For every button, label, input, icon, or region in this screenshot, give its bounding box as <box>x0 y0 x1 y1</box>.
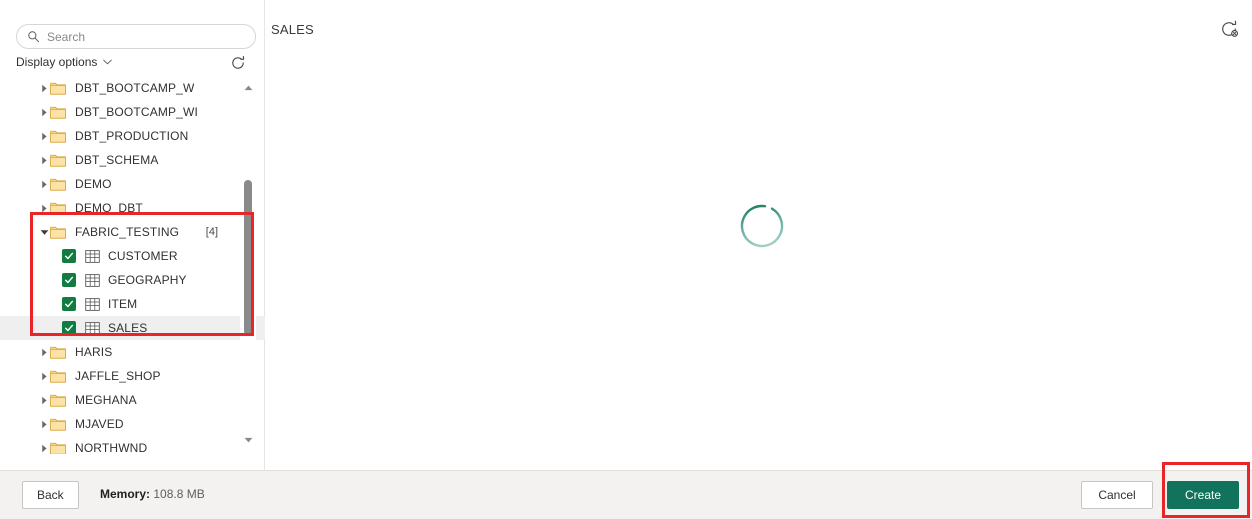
tree-scrollbar[interactable] <box>240 76 256 454</box>
twisty-collapsed-icon[interactable] <box>38 436 50 454</box>
table-icon <box>85 321 100 336</box>
tree-group-mjaved[interactable]: MJAVED <box>0 412 240 436</box>
cancel-button[interactable]: Cancel <box>1081 481 1153 509</box>
memory-label: Memory: <box>100 487 151 501</box>
tree-group-jaffle-shop[interactable]: JAFFLE_SHOP <box>0 364 240 388</box>
twisty-collapsed-icon[interactable] <box>38 76 50 100</box>
refresh-icon[interactable] <box>230 55 246 71</box>
tree-group-northwnd[interactable]: NORTHWND <box>0 436 240 454</box>
scrollbar-thumb[interactable] <box>244 180 252 335</box>
dialog-footer: Back Memory: 108.8 MB Cancel Create <box>0 470 1252 519</box>
checkbox-checked-icon[interactable] <box>62 321 76 335</box>
folder-icon <box>50 81 66 95</box>
memory-status: Memory: 108.8 MB <box>100 487 205 501</box>
tree-group-dbt-production[interactable]: DBT_PRODUCTION <box>0 124 240 148</box>
tree-group-fabric-testing[interactable]: FABRIC_TESTING [4] <box>0 220 240 244</box>
twisty-collapsed-icon[interactable] <box>38 148 50 172</box>
twisty-collapsed-icon[interactable] <box>38 124 50 148</box>
folder-icon <box>50 105 66 119</box>
navigator-dialog: Display options DBT_BOOTCAMP_WDBT_BOOTCA… <box>0 0 1252 519</box>
loading-spinner-icon <box>738 202 786 250</box>
tree-item-label: DBT_PRODUCTION <box>75 129 189 143</box>
tree-group-demo[interactable]: DEMO <box>0 172 240 196</box>
twisty-collapsed-icon[interactable] <box>38 340 50 364</box>
folder-icon <box>50 153 66 167</box>
table-icon <box>85 249 100 264</box>
scroll-down-arrow-icon[interactable] <box>240 432 256 448</box>
tree-group-dbt-bootcamp-wi[interactable]: DBT_BOOTCAMP_WI <box>0 100 240 124</box>
tree-item-label: NORTHWND <box>75 441 148 454</box>
tree-item-label: MJAVED <box>75 417 124 431</box>
refresh-preview-icon[interactable] <box>1218 18 1240 40</box>
search-icon <box>27 30 40 43</box>
folder-icon <box>50 441 66 454</box>
memory-value: 108.8 MB <box>153 487 205 501</box>
twisty-collapsed-icon[interactable] <box>38 388 50 412</box>
folder-icon <box>50 369 66 383</box>
tree-group-dbt-bootcamp-w[interactable]: DBT_BOOTCAMP_W <box>0 76 240 100</box>
tree-item-label: DBT_SCHEMA <box>75 153 159 167</box>
tree-item-sales[interactable]: SALES <box>0 316 265 340</box>
folder-icon <box>50 201 66 215</box>
twisty-collapsed-icon[interactable] <box>38 412 50 436</box>
tree-item-count: [4] <box>205 226 218 238</box>
tree-item-customer[interactable]: CUSTOMER <box>0 244 240 268</box>
tree-item-label: ITEM <box>108 297 138 311</box>
checkbox-checked-icon[interactable] <box>62 297 76 311</box>
tree-group-meghana[interactable]: MEGHANA <box>0 388 240 412</box>
tree-item-label: HARIS <box>75 345 113 359</box>
tree-rows: DBT_BOOTCAMP_W DBT_BOOTCAMP_WI DBT_PRODUCT… <box>0 76 265 454</box>
tree-item-label: GEOGRAPHY <box>108 273 187 287</box>
tree-item-label: DEMO_DBT <box>75 201 143 215</box>
tree-item-label: MEGHANA <box>75 393 137 407</box>
tree-item-label: SALES <box>108 321 148 335</box>
tree-item-label: DBT_BOOTCAMP_WI <box>75 105 198 119</box>
tree-item-label: CUSTOMER <box>108 249 178 263</box>
tree-group-haris[interactable]: HARIS <box>0 340 240 364</box>
chevron-down-icon <box>103 59 113 65</box>
search-input[interactable] <box>47 29 245 44</box>
schema-tree[interactable]: DBT_BOOTCAMP_W DBT_BOOTCAMP_WI DBT_PRODUCT… <box>0 76 265 454</box>
twisty-collapsed-icon[interactable] <box>38 172 50 196</box>
preview-pane: SALES <box>265 0 1252 470</box>
table-icon <box>85 273 100 288</box>
tree-item-geography[interactable]: GEOGRAPHY <box>0 268 240 292</box>
table-icon <box>85 297 100 312</box>
display-options-row: Display options <box>16 55 256 73</box>
checkbox-checked-icon[interactable] <box>62 249 76 263</box>
twisty-collapsed-icon[interactable] <box>38 196 50 220</box>
back-button[interactable]: Back <box>22 481 79 509</box>
twisty-collapsed-icon[interactable] <box>38 100 50 124</box>
create-button[interactable]: Create <box>1167 481 1239 509</box>
tree-group-dbt-schema[interactable]: DBT_SCHEMA <box>0 148 240 172</box>
scroll-up-arrow-icon[interactable] <box>240 80 256 96</box>
tree-item-label: JAFFLE_SHOP <box>75 369 161 383</box>
preview-loading-overlay <box>265 0 1252 470</box>
folder-icon <box>50 345 66 359</box>
tree-item-label: DBT_BOOTCAMP_W <box>75 81 195 95</box>
folder-icon <box>50 393 66 407</box>
folder-icon <box>50 177 66 191</box>
search-container <box>16 24 256 49</box>
tree-group-demo-dbt[interactable]: DEMO_DBT <box>0 196 240 220</box>
folder-icon <box>50 129 66 143</box>
display-options-label: Display options <box>16 55 98 69</box>
checkbox-checked-icon[interactable] <box>62 273 76 287</box>
display-options-button[interactable]: Display options <box>16 55 113 69</box>
tree-item-item[interactable]: ITEM <box>0 292 240 316</box>
folder-icon <box>50 225 66 239</box>
preview-title: SALES <box>271 22 314 37</box>
tree-item-label: FABRIC_TESTING <box>75 225 180 239</box>
search-box[interactable] <box>16 24 256 49</box>
twisty-collapsed-icon[interactable] <box>38 364 50 388</box>
twisty-expanded-icon[interactable] <box>38 220 50 244</box>
tree-item-label: DEMO <box>75 177 112 191</box>
object-tree-pane: Display options DBT_BOOTCAMP_WDBT_BOOTCA… <box>0 0 265 470</box>
folder-icon <box>50 417 66 431</box>
